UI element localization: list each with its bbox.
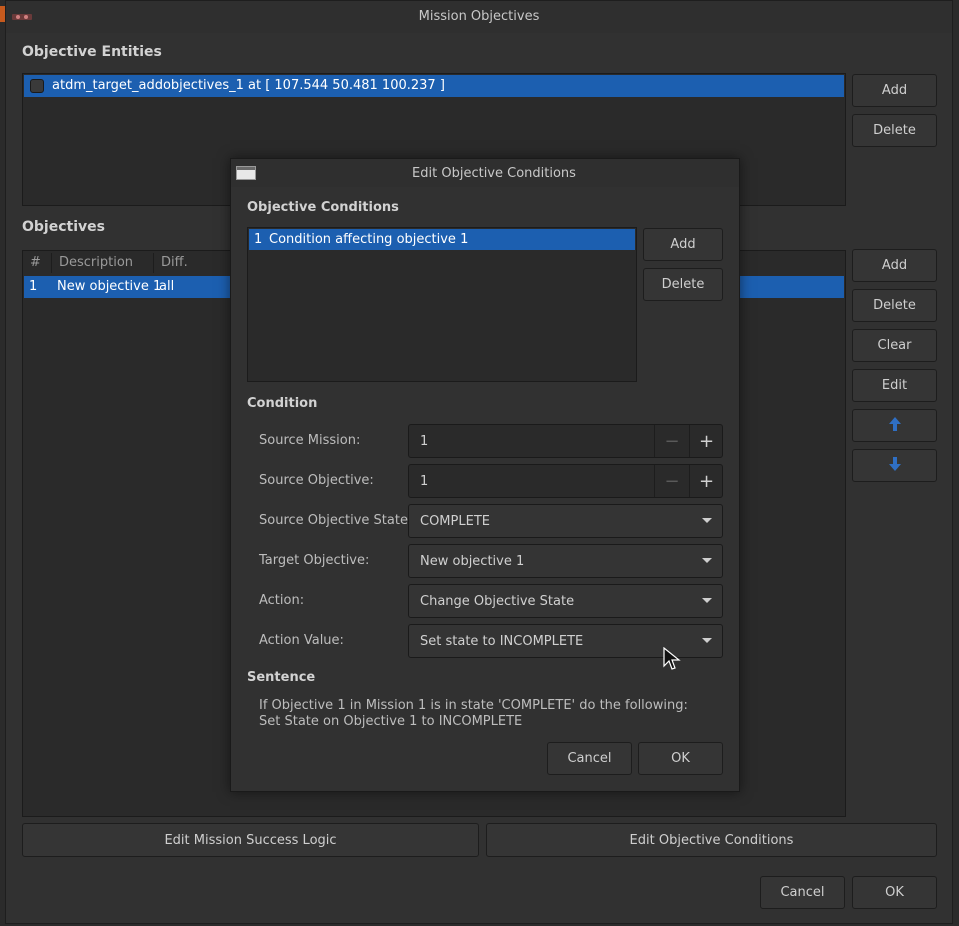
- entities-add-button[interactable]: Add: [852, 74, 937, 107]
- move-down-button[interactable]: [852, 449, 937, 482]
- chevron-down-icon: [702, 638, 712, 643]
- chevron-down-icon: [702, 558, 712, 563]
- entities-section-label: Objective Entities: [22, 44, 162, 60]
- action-dropdown[interactable]: Change Objective State: [408, 584, 723, 618]
- dialog-title: Edit Objective Conditions: [412, 166, 576, 181]
- source-state-value: COMPLETE: [420, 514, 490, 529]
- conditions-section-label: Objective Conditions: [247, 200, 399, 215]
- entity-checkbox[interactable]: [30, 79, 44, 93]
- objectives-edit-button[interactable]: Edit: [852, 369, 937, 402]
- row-diff: all: [159, 279, 175, 294]
- condition-label: Condition affecting objective 1: [269, 232, 469, 247]
- source-state-label: Source Objective State:: [259, 513, 413, 528]
- condition-num: 1: [254, 232, 263, 247]
- dialog-titlebar: Edit Objective Conditions: [231, 159, 739, 187]
- column-header-diff[interactable]: Diff.: [161, 255, 188, 270]
- arrow-up-icon: [887, 416, 903, 436]
- source-objective-label: Source Objective:: [259, 473, 374, 488]
- window-ok-button[interactable]: OK: [852, 876, 937, 909]
- conditions-add-button[interactable]: Add: [643, 228, 723, 261]
- column-header-num[interactable]: #: [30, 255, 41, 270]
- mouse-cursor-icon: [663, 646, 681, 671]
- objectives-delete-button[interactable]: Delete: [852, 289, 937, 322]
- minus-icon[interactable]: −: [655, 425, 689, 457]
- entity-row[interactable]: atdm_target_addobjectives_1 at [ 107.544…: [24, 75, 844, 97]
- edit-mission-success-logic-button[interactable]: Edit Mission Success Logic: [22, 823, 479, 857]
- column-header-description[interactable]: Description: [59, 255, 133, 270]
- objectives-section-label: Objectives: [22, 219, 105, 235]
- window-title: Mission Objectives: [418, 9, 540, 24]
- source-mission-value: 1: [420, 434, 429, 449]
- sentence-line-1: If Objective 1 in Mission 1 is in state …: [259, 698, 688, 713]
- chevron-down-icon: [702, 518, 712, 523]
- source-mission-spinbox[interactable]: 1 − +: [408, 424, 723, 458]
- objectives-clear-button[interactable]: Clear: [852, 329, 937, 362]
- entities-delete-button[interactable]: Delete: [852, 114, 937, 147]
- action-value-value: Set state to INCOMPLETE: [420, 634, 584, 649]
- row-num: 1: [29, 279, 38, 294]
- source-objective-spinbox[interactable]: 1 − +: [408, 464, 723, 498]
- dialog-ok-button[interactable]: OK: [638, 742, 723, 775]
- arrow-down-icon: [887, 456, 903, 476]
- target-objective-dropdown[interactable]: New objective 1: [408, 544, 723, 578]
- conditions-list[interactable]: 1 Condition affecting objective 1: [247, 227, 637, 382]
- edit-objective-conditions-dialog: Edit Objective Conditions Objective Cond…: [230, 158, 740, 792]
- target-objective-label: Target Objective:: [259, 553, 370, 568]
- objectives-add-button[interactable]: Add: [852, 249, 937, 282]
- source-mission-label: Source Mission:: [259, 433, 361, 448]
- conditions-delete-button[interactable]: Delete: [643, 268, 723, 301]
- list-item[interactable]: 1 Condition affecting objective 1: [249, 229, 635, 250]
- column-divider: [153, 253, 154, 273]
- move-up-button[interactable]: [852, 409, 937, 442]
- action-label: Action:: [259, 593, 305, 608]
- plus-icon[interactable]: +: [690, 465, 723, 497]
- edit-objective-conditions-button[interactable]: Edit Objective Conditions: [486, 823, 937, 857]
- source-objective-value: 1: [420, 474, 429, 489]
- sentence-line-2: Set State on Objective 1 to INCOMPLETE: [259, 714, 523, 729]
- action-value-label: Action Value:: [259, 633, 344, 648]
- minus-icon[interactable]: −: [655, 465, 689, 497]
- target-objective-value: New objective 1: [420, 554, 525, 569]
- action-value: Change Objective State: [420, 594, 575, 609]
- sentence-section-label: Sentence: [247, 670, 316, 685]
- chevron-down-icon: [702, 598, 712, 603]
- entity-label: atdm_target_addobjectives_1 at [ 107.544…: [52, 78, 445, 93]
- row-description: New objective 1: [57, 279, 162, 294]
- window-cancel-button[interactable]: Cancel: [760, 876, 845, 909]
- window-titlebar: Mission Objectives: [6, 1, 952, 33]
- condition-section-label: Condition: [247, 396, 318, 411]
- plus-icon[interactable]: +: [690, 425, 723, 457]
- dialog-cancel-button[interactable]: Cancel: [547, 742, 632, 775]
- column-divider: [51, 253, 52, 273]
- source-state-dropdown[interactable]: COMPLETE: [408, 504, 723, 538]
